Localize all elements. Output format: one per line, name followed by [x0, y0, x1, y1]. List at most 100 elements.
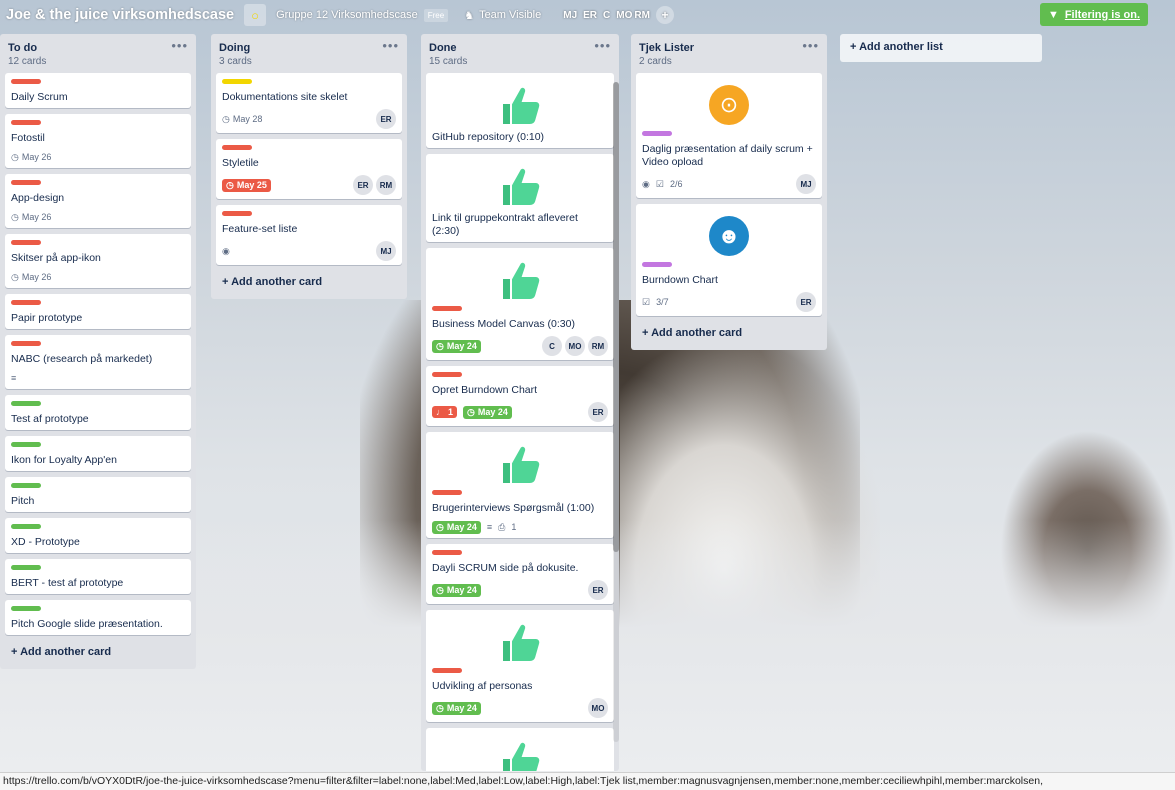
member-avatar[interactable]: RM [588, 336, 608, 356]
card-title: GitHub repository (0:10) [432, 131, 545, 143]
card-label[interactable] [432, 372, 462, 377]
card[interactable]: App-design ◷ May 26 [5, 174, 191, 228]
member-avatar[interactable]: MJ [563, 10, 577, 21]
card-label[interactable] [11, 120, 41, 125]
member-avatar[interactable]: C [603, 10, 610, 21]
member-avatar[interactable]: RM [376, 175, 396, 195]
member-avatar[interactable]: MJ [796, 174, 816, 194]
list-menu-icon[interactable]: ••• [802, 38, 819, 53]
card[interactable]: Pitch Google slide præsentation. [5, 600, 191, 635]
card-label[interactable] [11, 401, 41, 406]
list-scrollbar-thumb[interactable] [613, 82, 619, 552]
list-menu-icon[interactable]: ••• [171, 38, 188, 53]
list-title[interactable]: To do [8, 42, 188, 54]
list-menu-icon[interactable]: ••• [382, 38, 399, 53]
list-header[interactable]: Done 15 cards ••• [421, 34, 619, 73]
card[interactable]: Test af prototype [5, 395, 191, 430]
card-label[interactable] [11, 606, 41, 611]
due-date-badge[interactable]: ◷ May 26 [11, 151, 55, 164]
card-label[interactable] [11, 180, 41, 185]
card[interactable]: Feature-set liste ◉ MJ [216, 205, 402, 265]
due-date: May 26 [21, 212, 52, 222]
member-avatar[interactable]: MO [616, 10, 632, 21]
add-card-button[interactable]: + Add another card [636, 322, 822, 344]
card[interactable]: Pitch [5, 477, 191, 512]
list-title[interactable]: Doing [219, 42, 399, 54]
card-label[interactable] [11, 341, 41, 346]
card[interactable]: Udvikling af personas ◷ May 24 MO [426, 610, 614, 722]
due-date-badge[interactable]: ◷ May 28 [222, 113, 266, 126]
board-title[interactable]: Joe & the juice virksomhedscase [6, 7, 234, 23]
due-date-badge[interactable]: ◷ May 24 [432, 339, 481, 353]
card-label[interactable] [432, 550, 462, 555]
card[interactable]: GitHub repository (0:10) [426, 73, 614, 148]
card[interactable]: Ikon for Loyalty App'en [5, 436, 191, 471]
member-avatar[interactable]: MO [588, 698, 608, 718]
card-label[interactable] [642, 131, 672, 136]
member-avatar[interactable]: C [542, 336, 562, 356]
card-label[interactable] [11, 79, 41, 84]
card-label[interactable] [11, 442, 41, 447]
due-date-badge[interactable]: ◷ May 26 [11, 211, 55, 224]
star-icon[interactable]: ○ [244, 4, 267, 26]
card-label[interactable] [432, 668, 462, 673]
card-label[interactable] [222, 211, 252, 216]
list-header[interactable]: Doing 3 cards ••• [211, 34, 407, 73]
card-label[interactable] [222, 145, 252, 150]
card-label[interactable] [11, 483, 41, 488]
card[interactable]: Styletile ◷ May 25 ER RM [216, 139, 402, 199]
due-date-badge[interactable]: ◷ May 26 [11, 271, 55, 284]
member-avatar[interactable]: ER [588, 402, 608, 422]
due-date-badge[interactable]: ◷ May 24 [432, 701, 481, 715]
card-label[interactable] [11, 524, 41, 529]
filter-button[interactable]: ▼ Filtering is on. [1039, 3, 1148, 26]
add-card-button[interactable]: + Add another card [5, 641, 191, 663]
card[interactable]: Link til gruppekontrakt afleveret (2:30) [426, 154, 614, 242]
visibility-button[interactable]: ♞ Team Visible [464, 9, 541, 22]
add-list-button[interactable]: + Add another list [840, 34, 1042, 62]
card[interactable]: Business Model Canvas (0:30) ◷ May 24 C MO RM [426, 248, 614, 360]
member-avatar[interactable]: ER [588, 580, 608, 600]
card-label[interactable] [432, 306, 462, 311]
card[interactable]: Daily Scrum [5, 73, 191, 108]
add-card-button[interactable]: + Add another card [216, 271, 402, 293]
list-header[interactable]: Tjek Lister 2 cards ••• [631, 34, 827, 73]
card-badges: ◉ ☑ 2/6 [642, 174, 816, 194]
card[interactable]: ⊙ Daglig præsentation af daily scrum + Vi… [636, 73, 822, 198]
card-label[interactable] [222, 79, 252, 84]
member-avatar[interactable]: ER [353, 175, 373, 195]
member-avatar[interactable]: MO [565, 336, 585, 356]
team-name[interactable]: Gruppe 12 Virksomhedscase [276, 9, 418, 21]
member-avatar[interactable]: ER [796, 292, 816, 312]
card[interactable]: NABC (research på markedet) ≡ [5, 335, 191, 389]
card-label[interactable] [11, 240, 41, 245]
card[interactable]: ☻ Burndown Chart ☑ 3/7 ER [636, 204, 822, 316]
card[interactable]: Dokumentations site skelet ◷ May 28 ER [216, 73, 402, 133]
card[interactable]: Papir prototype [5, 294, 191, 329]
member-avatar[interactable]: ER [376, 109, 396, 129]
card-label[interactable] [11, 300, 41, 305]
member-avatar[interactable]: RM [634, 10, 650, 21]
list-header[interactable]: To do 12 cards ••• [0, 34, 196, 73]
add-member-icon[interactable]: + [655, 6, 674, 24]
list-title[interactable]: Tjek Lister [639, 42, 819, 54]
card[interactable]: Skitser på app-ikon ◷ May 26 [5, 234, 191, 288]
due-date-badge[interactable]: ◷ May 25 [222, 178, 271, 192]
card[interactable] [426, 728, 614, 771]
due-date-badge[interactable]: ◷ May 24 [463, 405, 512, 419]
card[interactable]: Opret Burndown Chart ♩ 1 ◷ May 24 ER [426, 366, 614, 426]
card[interactable]: BERT - test af prototype [5, 559, 191, 594]
list-menu-icon[interactable]: ••• [594, 38, 611, 53]
card-label[interactable] [642, 262, 672, 267]
card[interactable]: Dayli SCRUM side på dokusite. ◷ May 24 ER [426, 544, 614, 604]
card[interactable]: Brugerinterviews Spørgsmål (1:00) ◷ May 24… [426, 432, 614, 538]
card[interactable]: Fotostil ◷ May 26 [5, 114, 191, 168]
due-date-badge[interactable]: ◷ May 24 [432, 583, 481, 597]
due-date-badge[interactable]: ◷ May 24 [432, 520, 481, 534]
card[interactable]: XD - Prototype [5, 518, 191, 553]
list-title[interactable]: Done [429, 42, 611, 54]
member-avatar[interactable]: MJ [376, 241, 396, 261]
card-label[interactable] [432, 490, 462, 495]
member-avatar[interactable]: ER [583, 10, 597, 21]
card-label[interactable] [11, 565, 41, 570]
